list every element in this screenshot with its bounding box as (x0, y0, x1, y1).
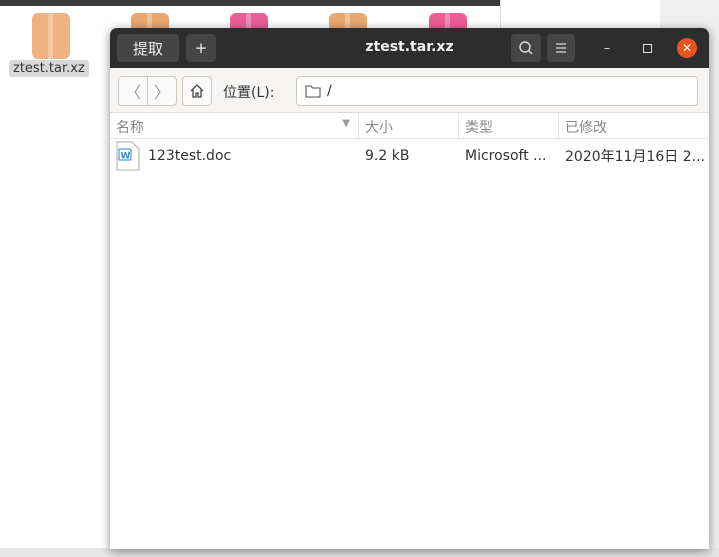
word-document-icon: W (116, 141, 140, 171)
maximize-icon (642, 43, 652, 53)
file-size: 9.2 kB (365, 148, 410, 164)
location-value: / (327, 83, 332, 99)
close-button[interactable]: ✕ (677, 38, 697, 58)
location-field[interactable]: / (296, 76, 698, 106)
column-modified[interactable]: 已修改 (559, 113, 709, 138)
desktop-icon-label: ztest.tar.xz (9, 60, 89, 77)
column-headers: 名称 ▼ 大小 类型 已修改 (110, 113, 709, 139)
menu-button[interactable] (547, 34, 575, 62)
maximize-button[interactable] (637, 38, 657, 58)
column-type[interactable]: 类型 (459, 113, 559, 138)
search-button[interactable] (511, 34, 541, 62)
file-row[interactable]: W 123test.doc 9.2 kB Microsoft ... 2020年… (110, 139, 709, 173)
forward-button[interactable]: 〉 (148, 77, 176, 105)
location-toolbar: 〈 〉 位置(L): / (110, 68, 709, 113)
sort-down-icon: ▼ (342, 118, 350, 129)
archive-icon (32, 13, 70, 59)
file-type: Microsoft ... (465, 148, 547, 164)
extract-button[interactable]: 提取 (117, 34, 179, 62)
desktop-top-bar (0, 0, 500, 6)
svg-text:W: W (121, 152, 131, 162)
minimize-button[interactable]: – (597, 38, 617, 58)
folder-icon (305, 85, 321, 98)
archive-manager-window: 提取 + ztest.tar.xz – ✕ 〈 〉 位置(L): / 名称 ▼ 大… (110, 28, 709, 549)
location-label: 位置(L): (223, 85, 275, 101)
hamburger-icon (556, 43, 566, 53)
file-name: 123test.doc (148, 148, 232, 164)
home-icon (190, 84, 204, 98)
header-bar: 提取 + ztest.tar.xz – ✕ (110, 28, 709, 68)
search-icon (519, 41, 533, 55)
home-button[interactable] (182, 76, 212, 106)
file-modified: 2020年11月16日 2... (565, 149, 705, 165)
background-bottom (0, 548, 719, 557)
back-button[interactable]: 〈 (119, 77, 148, 105)
add-button[interactable]: + (186, 34, 216, 62)
column-size[interactable]: 大小 (359, 113, 459, 138)
column-label: 名称 (116, 120, 144, 136)
nav-buttons: 〈 〉 (118, 76, 177, 106)
column-name[interactable]: 名称 ▼ (110, 113, 359, 138)
